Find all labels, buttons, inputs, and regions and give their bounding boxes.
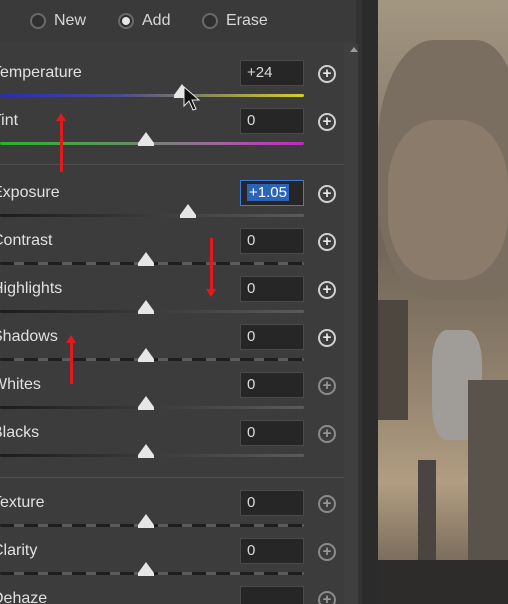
plus-circle-icon[interactable]: + xyxy=(318,425,336,443)
blacks-slider-thumb[interactable] xyxy=(138,444,154,458)
whites-slider-thumb[interactable] xyxy=(138,396,154,410)
whites-label: Whites xyxy=(0,376,41,393)
blacks-value-text: 0 xyxy=(247,424,256,441)
plus-circle-icon[interactable]: + xyxy=(318,281,336,299)
temperature-label: Temperature xyxy=(0,64,82,81)
tint-value-field[interactable]: 0 xyxy=(240,108,304,134)
annotation-arrow-up xyxy=(56,113,66,172)
clarity-value-field[interactable]: 0 xyxy=(240,538,304,564)
clarity-label: Clarity xyxy=(0,542,38,559)
temperature-slider-track[interactable] xyxy=(0,94,304,97)
tint-slider-thumb[interactable] xyxy=(138,132,154,146)
temperature-value-text: +24 xyxy=(247,64,273,81)
blacks-value-field[interactable]: 0 xyxy=(240,420,304,446)
elephant-trunk-shape xyxy=(418,460,436,570)
tint-label: Tint xyxy=(0,112,19,129)
shadows-value-field[interactable]: 0 xyxy=(240,324,304,350)
elephant-leg-shape xyxy=(468,380,508,580)
water-shape xyxy=(378,560,508,604)
whites-value-field[interactable]: 0 xyxy=(240,372,304,398)
exposure-slider-track[interactable] xyxy=(0,214,304,217)
section-divider xyxy=(0,164,344,165)
panel-divider xyxy=(362,0,378,604)
mode-new[interactable]: New xyxy=(30,10,86,32)
contrast-value-field[interactable]: 0 xyxy=(240,228,304,254)
shadows-slider-thumb[interactable] xyxy=(138,348,154,362)
highlights-slider-thumb[interactable] xyxy=(138,300,154,314)
exposure-value-field[interactable]: +1.05 xyxy=(240,180,304,206)
radio-icon[interactable] xyxy=(202,13,218,29)
temperature-value-field[interactable]: +24 xyxy=(240,60,304,86)
photo-preview xyxy=(378,0,508,604)
plus-circle-icon[interactable]: + xyxy=(318,543,336,561)
brush-mode-row: New Add Erase xyxy=(0,0,356,42)
whites-value-text: 0 xyxy=(247,376,256,393)
exposure-slider-thumb[interactable] xyxy=(180,204,196,218)
blacks-label: Blacks xyxy=(0,424,40,441)
shadows-value-text: 0 xyxy=(247,328,256,345)
radio-selected-icon[interactable] xyxy=(118,13,134,29)
exposure-value-text: +1.05 xyxy=(247,184,289,201)
mode-erase-label: Erase xyxy=(226,12,268,29)
dehaze-label: Dehaze xyxy=(0,590,48,604)
plus-circle-icon[interactable]: + xyxy=(318,377,336,395)
scroll-up-icon[interactable] xyxy=(350,47,358,52)
highlights-value-text: 0 xyxy=(247,280,256,297)
exposure-label: Exposure xyxy=(0,184,60,201)
elephant-leg-shape xyxy=(378,300,408,420)
highlights-value-field[interactable]: 0 xyxy=(240,276,304,302)
elephant-head-shape xyxy=(388,120,508,280)
plus-circle-icon[interactable]: + xyxy=(318,495,336,513)
annotation-arrow-down xyxy=(206,238,216,297)
highlights-label: Highlights xyxy=(0,280,63,297)
mode-erase[interactable]: Erase xyxy=(202,10,268,32)
shadows-label: Shadows xyxy=(0,328,58,345)
plus-circle-icon[interactable]: + xyxy=(318,113,336,131)
texture-slider-thumb[interactable] xyxy=(138,514,154,528)
plus-circle-icon[interactable]: + xyxy=(318,329,336,347)
contrast-slider-thumb[interactable] xyxy=(138,252,154,266)
contrast-value-text: 0 xyxy=(247,232,256,249)
plus-circle-icon[interactable]: + xyxy=(318,233,336,251)
mode-add-label: Add xyxy=(142,12,171,29)
plus-circle-icon[interactable]: + xyxy=(318,591,336,604)
adjustments-panel: New Add Erase Temperature +24 + Tint 0 + Expos… xyxy=(0,0,356,604)
clarity-slider-thumb[interactable] xyxy=(138,562,154,576)
panel-scrollbar[interactable] xyxy=(344,44,358,604)
contrast-label: Contrast xyxy=(0,232,53,249)
dehaze-value-field[interactable] xyxy=(240,586,304,604)
texture-label: Texture xyxy=(0,494,45,511)
mode-new-label: New xyxy=(54,12,87,29)
adjustment-brush-panel-screen: New Add Erase Temperature +24 + Tint 0 + Expos… xyxy=(0,0,508,604)
mouse-pointer-icon xyxy=(183,86,201,111)
plus-circle-icon[interactable]: + xyxy=(318,185,336,203)
tint-value-text: 0 xyxy=(247,112,256,129)
mode-add[interactable]: Add xyxy=(118,10,170,32)
texture-value-field[interactable]: 0 xyxy=(240,490,304,516)
annotation-arrow-up xyxy=(66,335,76,384)
texture-value-text: 0 xyxy=(247,494,256,511)
section-divider xyxy=(0,477,344,478)
clarity-value-text: 0 xyxy=(247,542,256,559)
radio-icon[interactable] xyxy=(30,13,46,29)
plus-circle-icon[interactable]: + xyxy=(318,65,336,83)
